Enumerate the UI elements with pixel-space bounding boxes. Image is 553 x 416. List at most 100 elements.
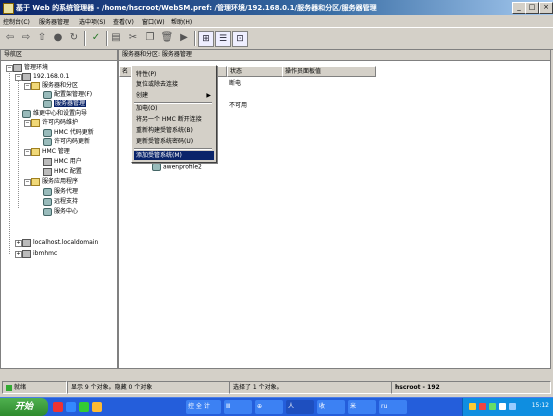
server-icon xyxy=(43,99,52,108)
status-icon xyxy=(6,384,12,391)
tree-item-label: 服务器和分区 xyxy=(42,82,79,89)
menu-item-rebuild-system[interactable]: 重新构建受管系统(B) xyxy=(134,126,214,135)
column-header-operator-panel[interactable]: 操作员面板值 xyxy=(282,66,376,77)
app-icon xyxy=(3,3,14,14)
tray-icon[interactable] xyxy=(509,403,516,410)
users-icon xyxy=(43,157,52,166)
tree-item-servers-partitions[interactable]: 服务器和分区 xyxy=(31,81,78,90)
back-arrow-icon[interactable]: ⇦ xyxy=(3,31,17,45)
frame-icon xyxy=(43,90,52,99)
tree-item-server-management[interactable]: 服务器管理 xyxy=(43,99,87,108)
taskbar-button[interactable]: 人 xyxy=(286,400,314,414)
run-icon[interactable]: ▶ xyxy=(177,31,191,45)
clock: 15:12 xyxy=(531,402,549,409)
quicklaunch-icon[interactable] xyxy=(79,402,89,412)
tree-item-host-192[interactable]: 192.168.0.1 xyxy=(22,72,69,81)
tree-item-label: 配置架管理(F) xyxy=(54,91,93,98)
taskbar-button[interactable]: ru xyxy=(379,400,407,414)
check-icon[interactable]: ✓ xyxy=(89,31,103,45)
menu-item-create[interactable]: 创建 ▶ xyxy=(134,91,214,100)
tree-item-management-env[interactable]: 管理环境 xyxy=(13,63,48,72)
menu-selected[interactable]: 选中项(S) xyxy=(79,17,106,26)
icons-view-icon[interactable]: ⊡ xyxy=(232,31,248,47)
up-icon[interactable]: ⇧ xyxy=(35,31,49,45)
tree-item-ibmhmc[interactable]: ibmhmc xyxy=(22,249,57,258)
close-button[interactable]: × xyxy=(539,2,553,14)
status-user-host: hscroot - 192 xyxy=(391,381,551,394)
forward-arrow-icon[interactable]: ⇨ xyxy=(19,31,33,45)
tree-item-service-setup[interactable]: 维更中心和设置向导 xyxy=(22,109,87,118)
profile-list-item[interactable]: awenprofile2 xyxy=(152,163,202,171)
tree-item-service-agent[interactable]: 服务代理 xyxy=(43,187,78,196)
tree-item-label: 服务中心 xyxy=(54,208,79,215)
delete-icon[interactable]: 🗑 xyxy=(160,31,174,45)
navigation-header: 导航区 xyxy=(1,50,117,61)
menu-item-properties[interactable]: 特性(P) xyxy=(134,70,214,79)
tree-item-label: 服务器管理 xyxy=(54,100,87,107)
menu-help[interactable]: 帮助(H) xyxy=(171,17,192,26)
start-button[interactable]: 开始 xyxy=(0,398,48,416)
taskbar-button[interactable]: ⊕ xyxy=(255,400,283,414)
refresh-icon[interactable]: ↻ xyxy=(67,31,81,45)
quicklaunch-icon[interactable] xyxy=(92,402,102,412)
tree-expander[interactable]: − xyxy=(6,65,13,72)
menu-item-power-on[interactable]: 加电(O) xyxy=(134,104,214,113)
folder-icon xyxy=(31,81,40,90)
tree-item-label: HMC 用户 xyxy=(54,158,82,165)
menu-console[interactable]: 控制台(C) xyxy=(3,17,30,26)
menu-item-disconnect-hmc[interactable]: 将另一个 HMC 断开连接 xyxy=(134,115,214,124)
tree-expander[interactable]: − xyxy=(24,120,31,127)
taskbar-button[interactable]: 控 全 计 xyxy=(186,400,221,414)
tree-view-icon[interactable]: ⊞ xyxy=(198,31,214,47)
column-header-status[interactable]: 状态 xyxy=(227,66,283,77)
tree-item-licensed-code[interactable]: 许可内码维护 xyxy=(31,118,78,127)
status-bar: 就绪 显示 9 个对象。隐藏 0 个对象 选择了 1 个对象。 hscroot … xyxy=(0,380,553,395)
tray-icon[interactable] xyxy=(499,403,506,410)
properties-icon[interactable]: ▤ xyxy=(109,31,123,45)
tree-item-license-update[interactable]: 许可内码更新 xyxy=(43,137,90,146)
taskbar-button[interactable]: 米 xyxy=(348,400,376,414)
menu-item-reset-connection[interactable]: 复位或除去连接 xyxy=(134,80,214,89)
tree-item-hmc-users[interactable]: HMC 用户 xyxy=(43,157,82,166)
taskbar-button[interactable]: Ⅲ xyxy=(224,400,252,414)
tree-item-label: 维更中心和设置向导 xyxy=(33,110,88,117)
tree-expander[interactable]: − xyxy=(24,149,31,156)
menu-item-add-managed-system[interactable]: 添加受管系统(M) xyxy=(134,151,214,160)
minimize-button[interactable]: _ xyxy=(512,2,526,14)
menu-bar: 控制台(C) 服务器管理 选中项(S) 查看(V) 窗口(W) 帮助(H) xyxy=(0,15,553,27)
tree-item-remote-support[interactable]: 远程支持 xyxy=(43,197,78,206)
tree-expander[interactable]: − xyxy=(15,74,22,81)
menu-window[interactable]: 窗口(W) xyxy=(142,17,165,26)
tree-item-service-apps[interactable]: 服务应用程序 xyxy=(31,177,78,186)
content-header: 服务器和分区: 服务器管理 xyxy=(119,50,550,61)
quicklaunch-icon[interactable] xyxy=(53,402,63,412)
menu-server-management[interactable]: 服务器管理 xyxy=(39,17,69,26)
computer-icon xyxy=(13,63,22,72)
menu-view[interactable]: 查看(V) xyxy=(113,17,134,26)
tree-item-frame-management[interactable]: 配置架管理(F) xyxy=(43,90,92,99)
copy-icon[interactable]: ❐ xyxy=(143,31,157,45)
tree-item-hmc-code-update[interactable]: HMC 代码更新 xyxy=(43,128,94,137)
tray-icon[interactable] xyxy=(479,403,486,410)
menu-item-update-password[interactable]: 更新受管系统密码(U) xyxy=(134,137,214,146)
taskbar-button[interactable]: 收 xyxy=(317,400,345,414)
tree-item-label: HMC 管理 xyxy=(42,148,70,155)
quicklaunch-icon[interactable] xyxy=(66,402,76,412)
stop-icon[interactable]: ● xyxy=(51,31,65,45)
maximize-button[interactable]: □ xyxy=(525,2,539,14)
tree-item-localhost[interactable]: localhost.localdomain xyxy=(22,238,98,247)
tree-expander[interactable]: − xyxy=(24,83,31,90)
tree-item-service-center[interactable]: 服务中心 xyxy=(43,207,78,216)
tree-item-label: 远程支持 xyxy=(54,198,79,205)
tree-item-hmc-management[interactable]: HMC 管理 xyxy=(31,147,70,156)
tray-icon[interactable] xyxy=(469,403,476,410)
menu-item-label: 创建 xyxy=(136,92,149,99)
tree-expander[interactable]: + xyxy=(15,251,22,258)
cut-icon[interactable]: ✂ xyxy=(126,31,140,45)
tree-item-hmc-config[interactable]: HMC 配置 xyxy=(43,167,82,176)
title-bar[interactable]: 基于 Web 的系统管理器 - /home/hscroot/WebSM.pref… xyxy=(0,0,553,15)
tray-icon[interactable] xyxy=(489,403,496,410)
details-view-icon[interactable]: ☰ xyxy=(215,31,231,47)
tree-expander[interactable]: − xyxy=(24,179,31,186)
tree-expander[interactable]: + xyxy=(15,240,22,247)
